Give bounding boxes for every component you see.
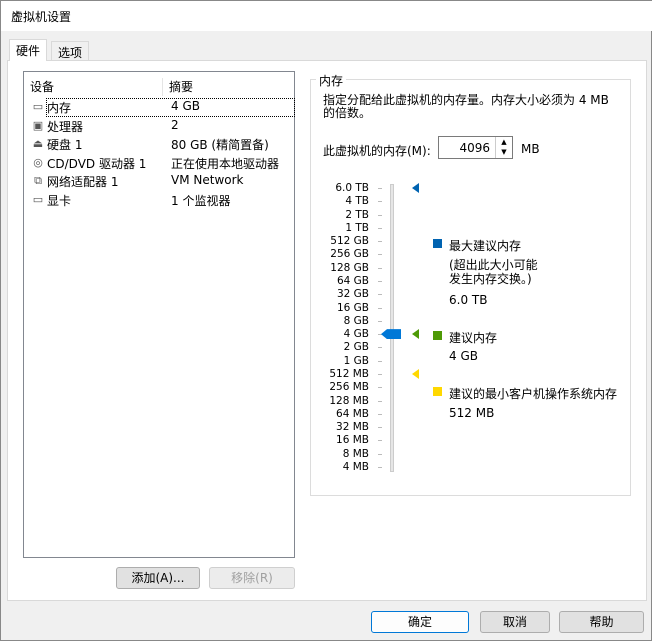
device-name: 硬盘 1	[47, 138, 83, 152]
slider-tick-label: 1 TB	[345, 221, 369, 234]
slider-tick-label: 16 GB	[336, 301, 369, 314]
slider-tick	[378, 387, 382, 389]
cpu-icon: ▣	[32, 118, 44, 132]
memory-spinner[interactable]: ▲ ▼	[495, 137, 512, 158]
slider-tick	[378, 320, 382, 322]
device-summary: 1 个监视器	[171, 193, 231, 208]
memory-field-label: 此虚拟机的内存(M):	[323, 144, 431, 158]
add-button[interactable]: 添加(A)...	[116, 567, 200, 589]
max-legend-square-icon	[433, 239, 442, 248]
device-list[interactable]: 设备 摘要 ▭ 内存 4 GB ▣ 处理器 2 ⏏ 硬盘 1 80 GB (精简置备) ◎ CD/D…	[23, 71, 295, 558]
memory-description: 指定分配给此虚拟机的内存量。内存大小必须为 4 MB 的倍数。	[323, 93, 609, 120]
slider-tick-label: 16 MB	[336, 434, 369, 447]
column-device[interactable]: 设备	[30, 78, 163, 96]
rec-value: 4 GB	[449, 349, 478, 363]
memory-input[interactable]: 4096 ▲ ▼	[438, 136, 513, 159]
slider-tick	[378, 307, 382, 309]
slider-tick	[378, 360, 382, 362]
slider-tick-label: 4 GB	[343, 328, 369, 341]
slider-tick-label: 512 GB	[330, 235, 369, 248]
slider-tick	[378, 201, 382, 203]
slider-tick-label: 32 MB	[336, 421, 369, 434]
device-summary: VM Network	[171, 173, 244, 187]
min-legend-square-icon	[433, 387, 442, 396]
rec-legend-square-icon	[433, 331, 442, 340]
slider-tick	[378, 254, 382, 256]
max-value: 6.0 TB	[449, 293, 488, 307]
monitor-icon: ▭	[32, 192, 44, 206]
min-recommended-marker-icon	[412, 369, 419, 379]
max-label: 最大建议内存	[449, 239, 522, 253]
memory-icon: ▭	[32, 100, 44, 113]
slider-tick	[378, 241, 382, 243]
ok-button[interactable]: 确定	[371, 611, 469, 633]
slider-tick	[378, 227, 382, 229]
slider-tick	[378, 453, 382, 455]
slider-tick-label: 2 GB	[343, 341, 369, 354]
slider-tick	[378, 188, 382, 189]
slider-tick-label: 128 MB	[329, 394, 369, 407]
slider-tick	[378, 427, 382, 429]
cancel-button[interactable]: 取消	[480, 611, 550, 633]
tab-options[interactable]: 选项	[51, 41, 90, 61]
max-note: (超出此大小可能发生内存交换。)	[449, 258, 538, 286]
slider-tick	[378, 281, 382, 282]
device-row[interactable]: ◎ CD/DVD 驱动器 1 正在使用本地驱动器	[26, 154, 294, 172]
device-name: CD/DVD 驱动器 1	[47, 156, 147, 171]
memory-group-title: 内存	[316, 72, 347, 89]
slider-tick-label: 64 GB	[336, 275, 369, 287]
slider-tick	[378, 374, 382, 375]
slider-tick-label: 1 GB	[343, 354, 369, 367]
recommended-marker-icon	[412, 329, 419, 340]
slider-tick-label: 64 MB	[336, 407, 369, 420]
slider-tick-label: 8 MB	[342, 447, 369, 460]
slider-tick	[378, 413, 382, 415]
slider-tick	[378, 467, 382, 468]
memory-unit: MB	[521, 142, 540, 156]
device-summary: 正在使用本地驱动器	[171, 156, 280, 171]
device-row[interactable]: ▭ 显卡 1 个监视器	[26, 191, 294, 209]
device-row[interactable]: ▣ 处理器 2	[26, 117, 294, 135]
device-name: 显卡	[47, 193, 72, 208]
slider-tick-label: 256 MB	[329, 381, 369, 394]
slider-tick-label: 6.0 TB	[335, 182, 369, 194]
rec-label: 建议内存	[449, 331, 498, 345]
slider-tick-label: 4 TB	[345, 195, 369, 208]
tab-hardware[interactable]: 硬件	[9, 39, 48, 61]
slider-tick	[378, 294, 382, 296]
device-row[interactable]: ⧉ 网络适配器 1 VM Network	[26, 172, 294, 190]
device-summary: 2	[171, 117, 179, 132]
slider-tick-label: 4 MB	[342, 461, 369, 473]
memory-value: 4096	[459, 141, 490, 155]
slider-tick	[378, 347, 382, 349]
slider-tick-label: 256 GB	[330, 248, 369, 261]
device-summary: 4 GB	[171, 99, 200, 113]
device-name: 处理器	[47, 119, 84, 134]
slider-tick	[378, 440, 382, 442]
slider-tick-label: 128 GB	[330, 261, 369, 274]
min-label: 建议的最小客户机操作系统内存	[449, 387, 618, 401]
device-summary: 80 GB (精简置备)	[171, 138, 269, 152]
network-icon: ⧉	[34, 174, 42, 187]
slider-tick-label: 2 TB	[345, 208, 369, 221]
max-recommended-marker-icon	[412, 183, 419, 193]
device-name: 网络适配器 1	[47, 175, 119, 189]
device-row[interactable]: ▭ 内存 4 GB	[26, 98, 295, 117]
slider-tick-label: 32 GB	[336, 288, 369, 301]
device-row[interactable]: ⏏ 硬盘 1 80 GB (精简置备)	[26, 135, 294, 153]
column-summary[interactable]: 摘要	[169, 78, 289, 96]
title-bar: 虚拟机设置 ✕	[1, 1, 652, 31]
remove-button[interactable]: 移除(R)	[209, 567, 295, 589]
help-button[interactable]: 帮助	[559, 611, 644, 633]
slider-tick	[378, 400, 382, 402]
slider-tick	[378, 267, 382, 269]
slider-tick-label: 512 MB	[329, 368, 369, 380]
cd-icon: ◎	[33, 155, 43, 169]
slider-tick	[378, 214, 382, 216]
slider-tick-label: 8 GB	[343, 314, 369, 327]
close-icon[interactable]: ✕	[11, 8, 641, 22]
memory-slider-track[interactable]	[390, 184, 394, 472]
harddisk-icon: ⏏	[32, 137, 44, 150]
min-value: 512 MB	[449, 406, 495, 420]
